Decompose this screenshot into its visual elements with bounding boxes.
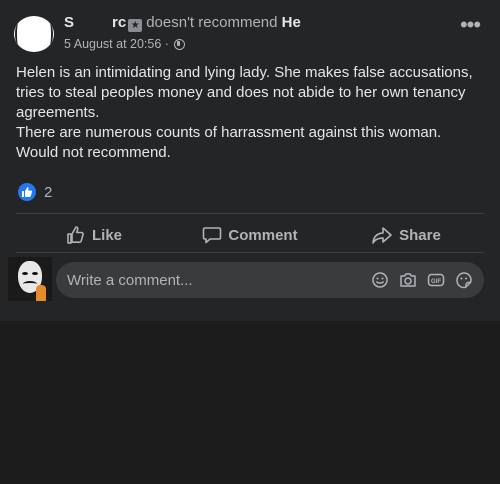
- globe-icon: [174, 39, 186, 50]
- post-meta: 5 August at 20:56 ·: [64, 37, 186, 51]
- post-title-line: Src ★ doesn't recommend He: [64, 14, 314, 32]
- author-avatar[interactable]: [14, 16, 54, 52]
- post-timestamp[interactable]: 5 August at 20:56: [64, 37, 161, 51]
- post-body: Helen is an intimidating and lying lady.…: [16, 63, 486, 163]
- action-bar: Like Comment Share: [16, 219, 484, 251]
- divider: [16, 213, 484, 214]
- post-card: Src ★ doesn't recommend He 5 August at 20:…: [0, 0, 500, 321]
- post-header: Src ★ doesn't recommend He 5 August at 20:…: [14, 14, 486, 54]
- comment-label: Comment: [228, 226, 298, 244]
- reaction-count[interactable]: 2: [44, 184, 52, 201]
- comment-placeholder: Write a comment...: [67, 272, 193, 289]
- reactions-summary[interactable]: 2: [18, 182, 52, 202]
- share-icon: [372, 227, 392, 244]
- comment-composer: Write a comment... GIF: [8, 257, 484, 301]
- user-avatar[interactable]: [8, 257, 52, 301]
- thumbs-up-icon: [67, 226, 84, 244]
- emoji-icon[interactable]: [370, 270, 390, 290]
- author-name[interactable]: Src: [64, 14, 126, 31]
- post-text-line: Helen is an intimidating and lying lady.…: [16, 64, 473, 121]
- sticker-icon[interactable]: [454, 270, 474, 290]
- post-text-line: There are numerous counts of harrassment…: [16, 124, 442, 141]
- star-badge-icon: ★: [128, 19, 143, 32]
- recommendation-verb: doesn't recommend: [146, 14, 278, 31]
- svg-text:GIF: GIF: [431, 279, 441, 285]
- share-button[interactable]: Share: [328, 219, 484, 251]
- comment-input[interactable]: Write a comment... GIF: [56, 262, 484, 298]
- like-reaction-icon: [18, 183, 36, 201]
- divider: [16, 252, 484, 253]
- post-text-line: Would not recommend.: [16, 144, 171, 161]
- like-button[interactable]: Like: [16, 219, 172, 251]
- comment-button[interactable]: Comment: [172, 219, 328, 251]
- share-label: Share: [399, 226, 441, 244]
- like-label: Like: [91, 226, 122, 244]
- comment-icon: [203, 227, 222, 244]
- gif-icon[interactable]: GIF: [426, 270, 446, 290]
- comment-tools: GIF: [370, 270, 474, 290]
- avatar-hand: [36, 285, 46, 301]
- more-options-icon[interactable]: •••: [454, 14, 486, 44]
- meta-separator: ·: [164, 37, 169, 51]
- recommended-page-name[interactable]: He: [282, 14, 301, 31]
- camera-icon[interactable]: [398, 270, 418, 290]
